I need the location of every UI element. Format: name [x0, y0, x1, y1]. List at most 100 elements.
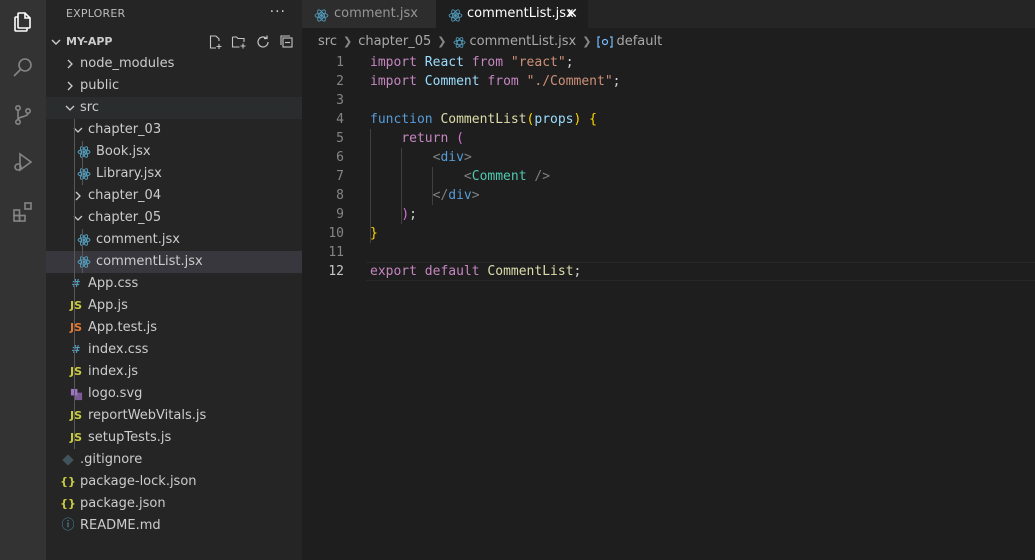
code-token: div — [440, 150, 464, 165]
code-line: } — [370, 224, 378, 243]
refresh-icon[interactable] — [254, 33, 272, 51]
code-token: Comment — [424, 74, 480, 89]
react-icon — [76, 251, 92, 273]
file-item-gitignore[interactable]: .gitignore — [46, 449, 302, 471]
code-token: function — [370, 112, 433, 127]
folder-item-node-modules[interactable]: node_modules — [46, 53, 302, 75]
chevron-right-icon — [70, 185, 86, 207]
javascript-icon: JS — [69, 299, 82, 312]
folder-item-chapter-03[interactable]: chapter_03 — [46, 119, 302, 141]
file-item-index-css[interactable]: # index.css — [46, 339, 302, 361]
tree-item-label: node_modules — [80, 56, 175, 71]
test-file-icon: JS — [69, 321, 82, 334]
code-token: > — [471, 188, 480, 203]
indent-guide — [432, 167, 433, 205]
chevron-right-icon: ❯ — [342, 35, 353, 48]
chevron-down-icon — [70, 119, 86, 141]
code-token: } — [370, 226, 378, 241]
folder-item-src[interactable]: src — [46, 97, 302, 119]
collapse-all-icon[interactable] — [278, 33, 296, 51]
folder-item-public[interactable]: public — [46, 75, 302, 97]
react-icon — [76, 163, 92, 185]
indent-guide — [401, 148, 402, 224]
breadcrumb-item-symbol[interactable]: default — [616, 31, 662, 53]
tree-item-label: index.css — [88, 342, 149, 357]
file-item-logo-svg[interactable]: logo.svg — [46, 383, 302, 405]
code-line: return ( — [370, 129, 464, 148]
breadcrumb-item-chapter[interactable]: chapter_05 — [358, 31, 431, 53]
breadcrumb-item-file[interactable]: commentList.jsx — [470, 31, 577, 53]
line-number: 6 — [336, 150, 344, 165]
file-item-comment-jsx[interactable]: comment.jsx — [46, 229, 302, 251]
code-token: from — [487, 74, 519, 89]
source-control-icon[interactable] — [0, 93, 46, 137]
file-item-index-js[interactable]: JS index.js — [46, 361, 302, 383]
tree-item-label: Library.jsx — [96, 166, 162, 181]
file-item-package-json[interactable]: {} package.json — [46, 493, 302, 515]
code-token: ; — [573, 264, 582, 279]
line-number: 3 — [336, 93, 344, 108]
tab-commentlist-jsx[interactable]: commentList.jsx ✕ — [436, 0, 588, 28]
search-icon[interactable] — [0, 45, 46, 89]
chevron-right-icon: ❯ — [437, 35, 447, 48]
line-number: 7 — [336, 169, 344, 184]
folder-item-chapter-05[interactable]: chapter_05 — [46, 207, 302, 229]
file-item-app-css[interactable]: # App.css — [46, 273, 302, 295]
tree-item-label: .gitignore — [80, 452, 143, 467]
file-item-reportwebvitals-js[interactable]: JS reportWebVitals.js — [46, 405, 302, 427]
css-icon: # — [71, 277, 81, 290]
run-debug-icon[interactable] — [0, 140, 46, 184]
files-icon[interactable] — [0, 0, 46, 44]
tree-item-label: index.js — [88, 364, 139, 379]
close-icon[interactable]: ✕ — [566, 0, 578, 28]
code-token: ( — [456, 131, 464, 146]
chevron-down-icon — [70, 207, 86, 229]
tree-item-label: reportWebVitals.js — [88, 408, 207, 423]
code-line: import Comment from "./Comment"; — [370, 72, 620, 91]
code-line: ); — [370, 205, 417, 224]
tree-item-label: package-lock.json — [80, 474, 197, 489]
code-token: </ — [432, 188, 449, 203]
more-actions-button[interactable]: ··· — [270, 0, 286, 28]
file-item-package-lock-json[interactable]: {} package-lock.json — [46, 471, 302, 493]
code-token: React — [424, 55, 464, 70]
code-token: return — [401, 131, 449, 146]
new-folder-icon[interactable] — [230, 33, 248, 51]
code-token: CommentList — [440, 112, 527, 127]
file-item-setuptests-js[interactable]: JS setupTests.js — [46, 427, 302, 449]
indent-guide — [74, 119, 75, 449]
folder-item-chapter-04[interactable]: chapter_04 — [46, 185, 302, 207]
file-item-readme-md[interactable]: ⓘ README.md — [46, 515, 302, 537]
tree-item-label: Book.jsx — [96, 144, 151, 159]
code-token: div — [448, 188, 472, 203]
chevron-down-icon — [50, 36, 62, 52]
explorer-title: EXPLORER — [66, 7, 126, 20]
extensions-icon[interactable] — [0, 190, 46, 234]
file-item-app-test-js[interactable]: JS App.test.js — [46, 317, 302, 339]
info-icon: ⓘ — [61, 518, 75, 533]
tree-item-label: App.test.js — [88, 320, 158, 335]
code-line: <div> — [370, 148, 472, 167]
tab-comment-jsx[interactable]: comment.jsx — [302, 0, 436, 28]
json-icon: {} — [60, 497, 76, 510]
new-file-icon[interactable] — [206, 33, 224, 51]
file-item-app-js[interactable]: JS App.js — [46, 295, 302, 317]
file-item-book-jsx[interactable]: Book.jsx — [46, 141, 302, 163]
breadcrumb-item-src[interactable]: src — [318, 31, 337, 53]
line-number: 5 — [336, 131, 344, 146]
code-editor[interactable]: 1 2 3 4 5 6 7 8 9 10 11 12 import React from "react"… — [302, 52, 1035, 560]
line-number: 11 — [328, 245, 344, 260]
project-header[interactable]: MY-APP — [46, 31, 302, 53]
file-item-library-jsx[interactable]: Library.jsx — [46, 163, 302, 185]
code-line: </div> — [370, 186, 480, 205]
indent-guide — [82, 141, 83, 185]
code-token: default — [424, 264, 480, 279]
file-item-commentlist-jsx[interactable]: commentList.jsx — [46, 251, 302, 273]
code-token: ; — [409, 207, 417, 222]
